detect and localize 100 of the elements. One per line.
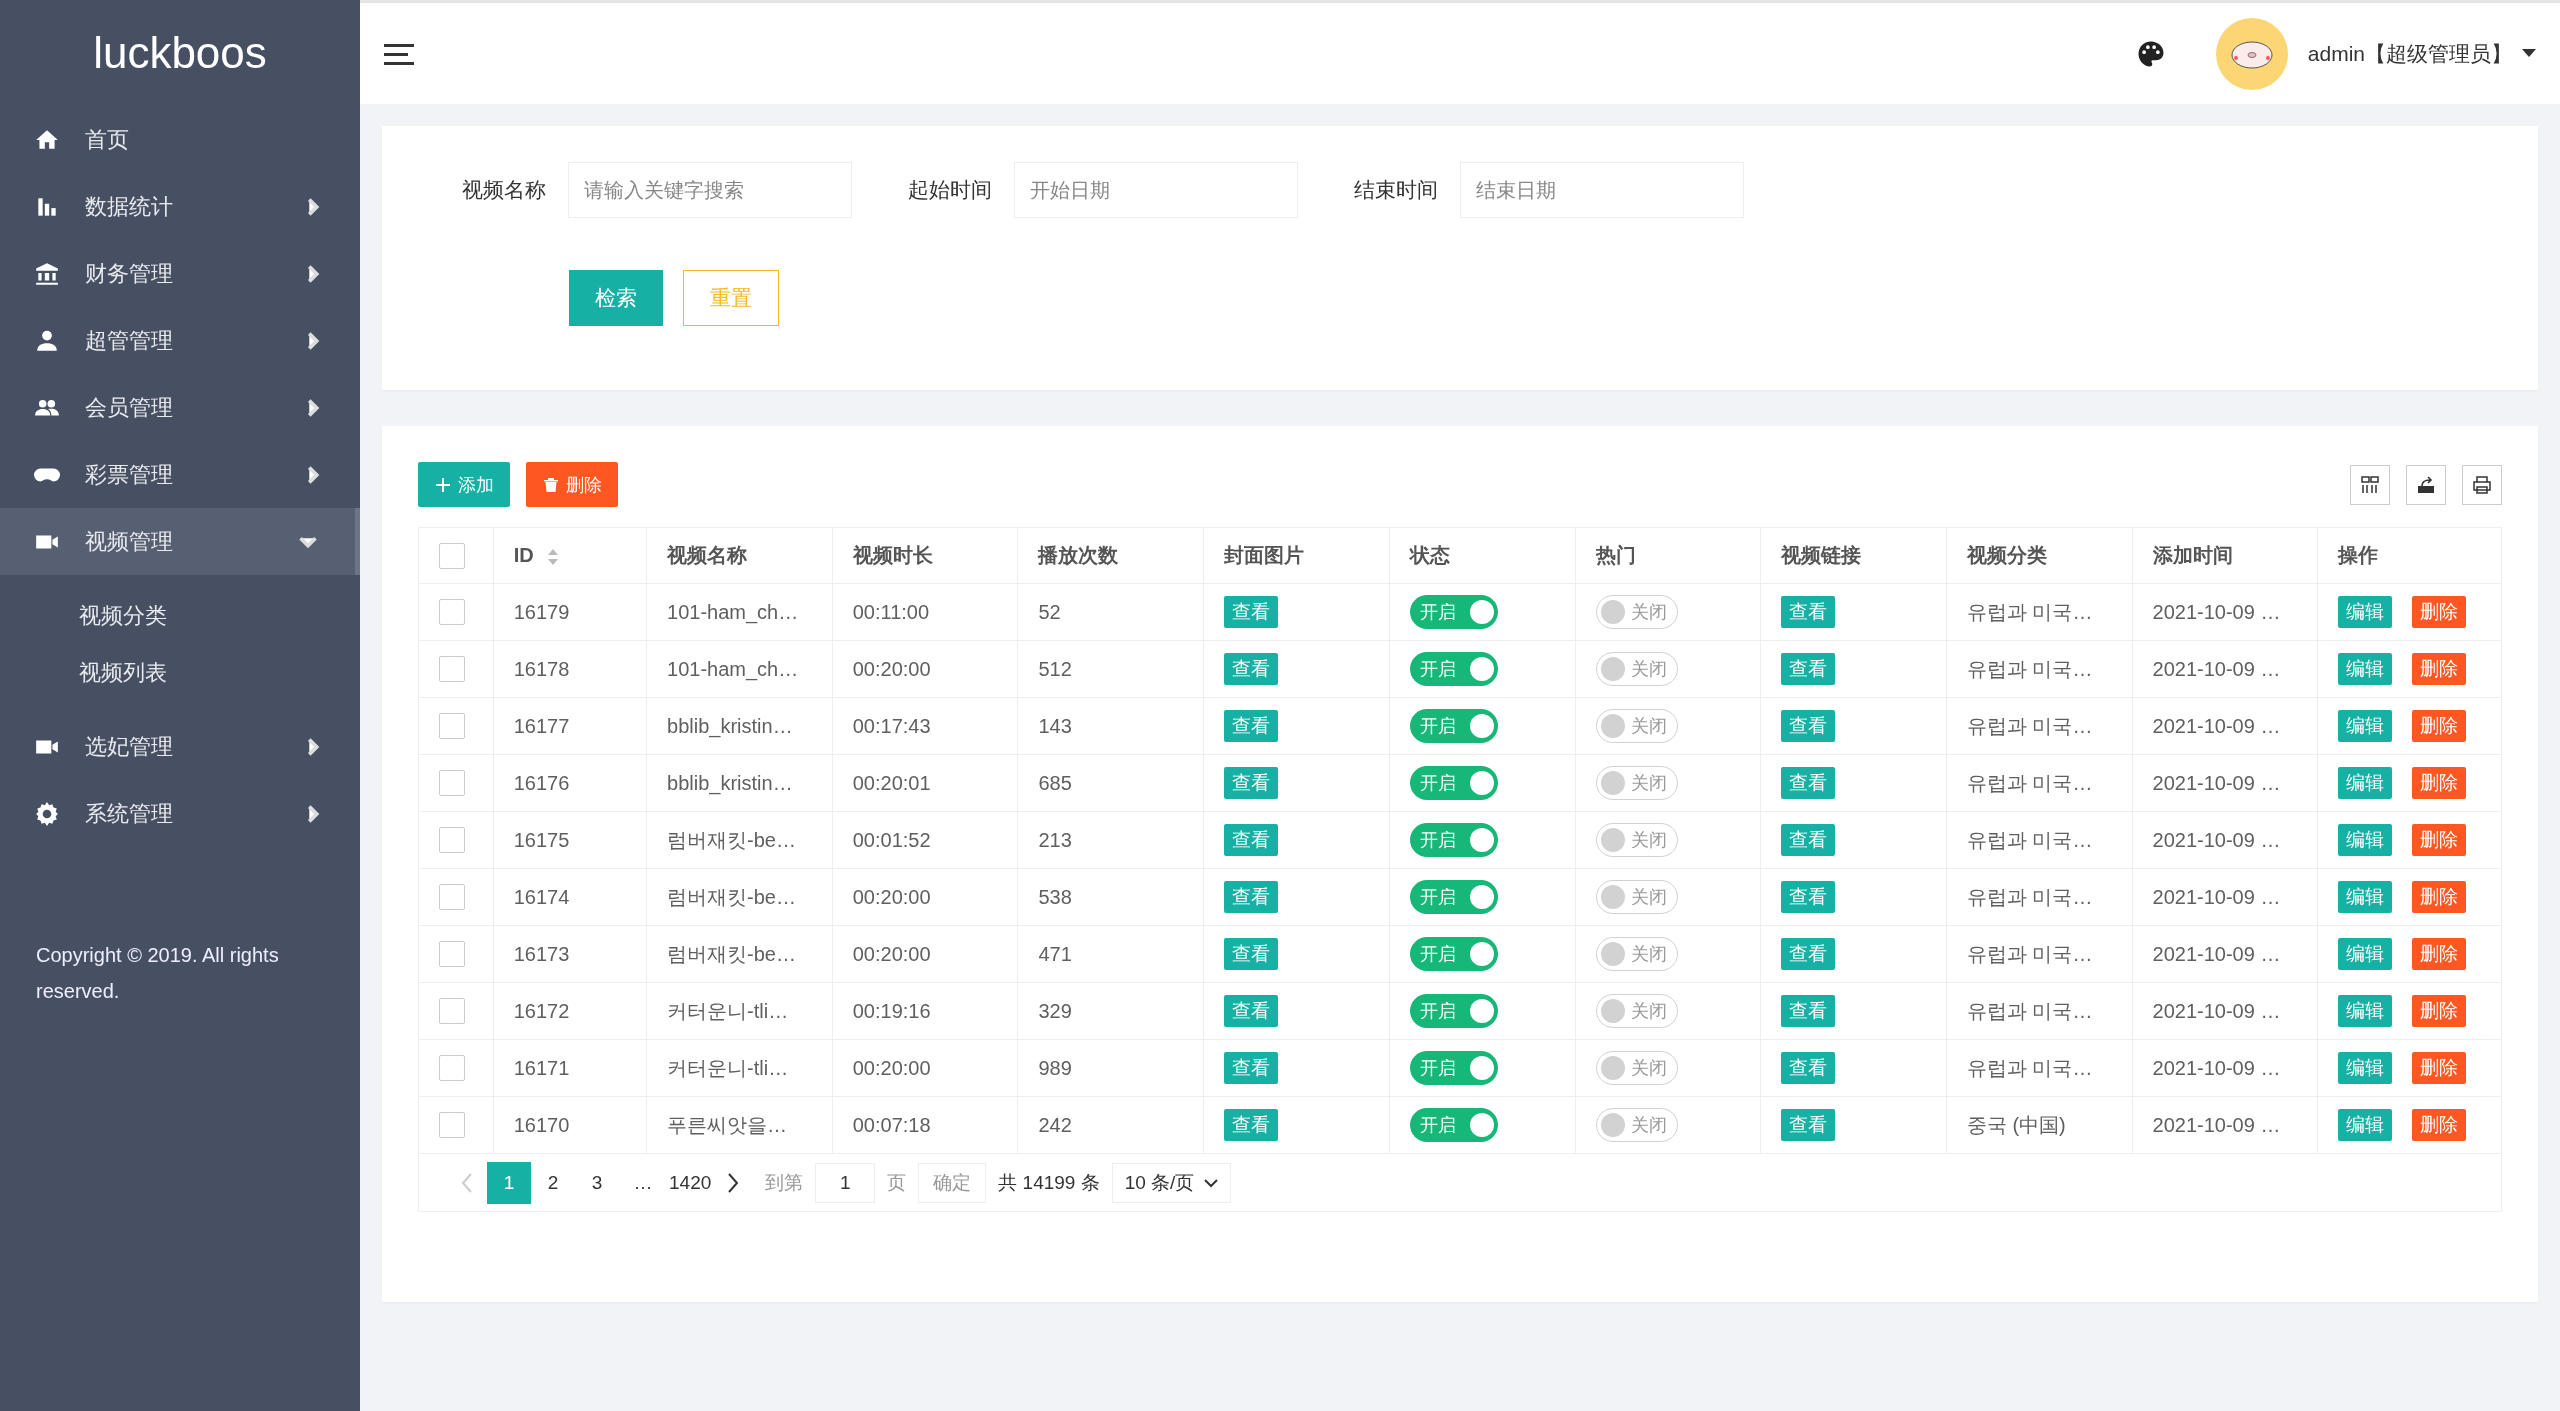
view-button[interactable]: 查看 [1224, 1109, 1279, 1141]
toggle-switch[interactable]: 开启 [1409, 1051, 1498, 1085]
checkbox[interactable] [439, 827, 465, 853]
reset-button[interactable]: 重置 [683, 270, 779, 326]
edit-button[interactable]: 编辑 [2338, 824, 2393, 856]
page-button[interactable]: 3 [575, 1161, 619, 1204]
sidebar-item[interactable]: 财务管理 [0, 240, 360, 307]
sidebar-item[interactable]: 超管管理 [0, 307, 360, 374]
toggle-switch[interactable]: 开启 [1409, 1108, 1498, 1142]
toggle-switch[interactable]: 开启 [1409, 937, 1498, 971]
edit-button[interactable]: 编辑 [2338, 938, 2393, 970]
export-button[interactable] [2406, 464, 2446, 505]
checkbox[interactable] [439, 884, 465, 910]
view-button[interactable]: 查看 [1224, 653, 1279, 685]
checkbox[interactable] [439, 941, 465, 967]
toggle-switch[interactable]: 开启 [1409, 994, 1498, 1028]
edit-button[interactable]: 编辑 [2338, 881, 2393, 913]
sidebar-item[interactable]: 选妃管理 [0, 713, 360, 780]
view-button[interactable]: 查看 [1224, 938, 1279, 970]
view-button[interactable]: 查看 [1781, 596, 1836, 628]
delete-button[interactable]: 删除 [2412, 1052, 2467, 1084]
page-button[interactable]: 1 [487, 1161, 531, 1204]
page-button[interactable]: 2 [531, 1161, 575, 1204]
delete-button[interactable]: 删除 [2412, 596, 2467, 628]
checkbox[interactable] [439, 713, 465, 739]
view-button[interactable]: 查看 [1224, 995, 1279, 1027]
toggle-switch[interactable]: 开启 [1409, 652, 1498, 686]
view-button[interactable]: 查看 [1224, 596, 1279, 628]
delete-button[interactable]: 删除 [2412, 653, 2467, 685]
sidebar-item[interactable]: 彩票管理 [0, 441, 360, 508]
search-button[interactable]: 检索 [569, 270, 663, 326]
view-button[interactable]: 查看 [1781, 1052, 1836, 1084]
toggle-switch[interactable]: 关闭 [1595, 709, 1678, 743]
toggle-switch[interactable]: 关闭 [1595, 823, 1678, 857]
sidebar-item[interactable]: 会员管理 [0, 374, 360, 441]
view-button[interactable]: 查看 [1224, 881, 1279, 913]
toggle-switch[interactable]: 关闭 [1595, 994, 1678, 1028]
confirm-button[interactable]: 确定 [918, 1162, 987, 1203]
input-field[interactable]: 结束日期 [1460, 162, 1744, 218]
toggle-switch[interactable]: 关闭 [1595, 880, 1678, 914]
checkbox[interactable] [439, 1112, 465, 1138]
view-button[interactable]: 查看 [1224, 767, 1279, 799]
edit-button[interactable]: 编辑 [2338, 596, 2393, 628]
view-button[interactable]: 查看 [1781, 938, 1836, 970]
page-button[interactable]: 1420 [667, 1161, 714, 1204]
delete-button[interactable]: 删除 [2412, 767, 2467, 799]
delete-button[interactable]: 删除 [526, 462, 618, 507]
checkbox[interactable] [439, 599, 465, 625]
toggle-switch[interactable]: 关闭 [1595, 1051, 1678, 1085]
toggle-switch[interactable]: 关闭 [1595, 652, 1678, 686]
delete-button[interactable]: 删除 [2412, 881, 2467, 913]
page-input[interactable]: 1 [815, 1162, 876, 1203]
view-button[interactable]: 查看 [1781, 653, 1836, 685]
sidebar-item[interactable]: 首页 [0, 106, 360, 173]
edit-button[interactable]: 编辑 [2338, 710, 2393, 742]
toggle-switch[interactable]: 开启 [1409, 709, 1498, 743]
column-header[interactable]: ID [493, 527, 647, 584]
sidebar-item[interactable]: 视频管理 [0, 508, 360, 575]
delete-button[interactable]: 删除 [2412, 995, 2467, 1027]
toggle-switch[interactable]: 关闭 [1595, 1108, 1678, 1142]
checkbox[interactable] [439, 656, 465, 682]
checkbox[interactable] [439, 998, 465, 1024]
delete-button[interactable]: 删除 [2412, 1109, 2467, 1141]
caret-icon[interactable] [2522, 49, 2536, 58]
edit-button[interactable]: 编辑 [2338, 1109, 2393, 1141]
edit-button[interactable]: 编辑 [2338, 995, 2393, 1027]
delete-button[interactable]: 删除 [2412, 710, 2467, 742]
view-button[interactable]: 查看 [1781, 767, 1836, 799]
toggle-switch[interactable]: 关闭 [1595, 595, 1678, 629]
toggle-switch[interactable]: 开启 [1409, 766, 1498, 800]
sidebar-item[interactable]: 系统管理 [0, 780, 360, 847]
sidebar-subitem[interactable]: 视频列表 [0, 644, 360, 701]
add-button[interactable]: 添加 [418, 462, 510, 507]
edit-button[interactable]: 编辑 [2338, 767, 2393, 799]
checkbox[interactable] [439, 1055, 465, 1081]
view-button[interactable]: 查看 [1781, 1109, 1836, 1141]
view-button[interactable]: 查看 [1781, 710, 1836, 742]
columns-button[interactable] [2350, 464, 2390, 505]
page-size-select[interactable]: 10 条/页 [1111, 1162, 1232, 1203]
view-button[interactable]: 查看 [1781, 995, 1836, 1027]
edit-button[interactable]: 编辑 [2338, 653, 2393, 685]
user-name[interactable]: admin【超级管理员】 [2307, 39, 2512, 68]
delete-button[interactable]: 删除 [2412, 938, 2467, 970]
toggle-switch[interactable]: 关闭 [1595, 937, 1678, 971]
view-button[interactable]: 查看 [1224, 1052, 1279, 1084]
toggle-switch[interactable]: 开启 [1409, 595, 1498, 629]
print-button[interactable] [2462, 464, 2502, 505]
view-button[interactable]: 查看 [1224, 710, 1279, 742]
sidebar-item[interactable]: 数据统计 [0, 173, 360, 240]
toggle-switch[interactable]: 开启 [1409, 880, 1498, 914]
view-button[interactable]: 查看 [1781, 824, 1836, 856]
sidebar-subitem[interactable]: 视频分类 [0, 587, 360, 644]
checkbox[interactable] [439, 542, 465, 569]
edit-button[interactable]: 编辑 [2338, 1052, 2393, 1084]
toggle-switch[interactable]: 开启 [1409, 823, 1498, 857]
delete-button[interactable]: 删除 [2412, 824, 2467, 856]
input-field[interactable]: 请输入关键字搜索 [568, 162, 852, 218]
toggle-switch[interactable]: 关闭 [1595, 766, 1678, 800]
checkbox[interactable] [439, 770, 465, 796]
input-field[interactable]: 开始日期 [1014, 162, 1298, 218]
